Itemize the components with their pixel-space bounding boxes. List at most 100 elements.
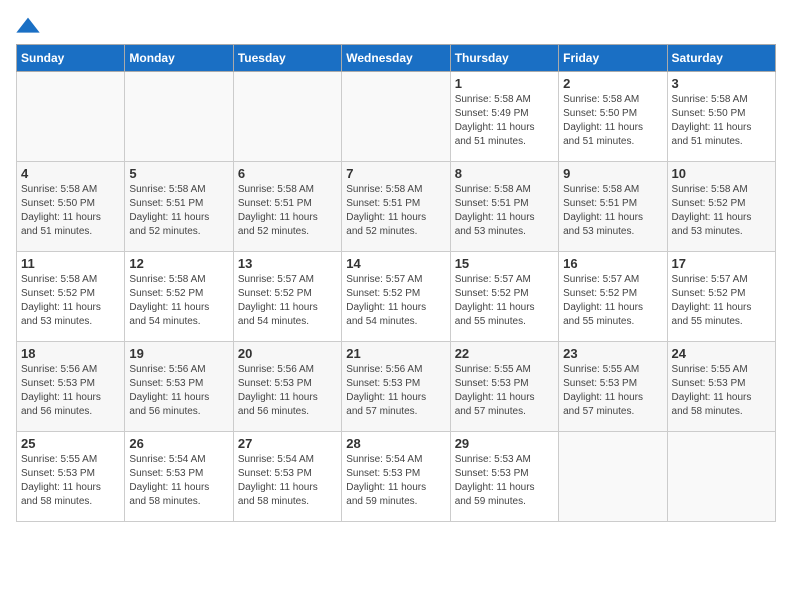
day-number: 22 <box>455 346 554 361</box>
calendar-cell <box>559 432 667 522</box>
logo <box>16 16 44 36</box>
calendar-cell: 19 Sunrise: 5:56 AM Sunset: 5:53 PM Dayli… <box>125 342 233 432</box>
day-header-wednesday: Wednesday <box>342 45 450 72</box>
day-number: 9 <box>563 166 662 181</box>
calendar-cell: 2Sunrise: 5:58 AM Sunset: 5:50 PM Daylig… <box>559 72 667 162</box>
calendar-cell: 5 Sunrise: 5:58 AM Sunset: 5:51 PM Daylig… <box>125 162 233 252</box>
day-number: 21 <box>346 346 445 361</box>
week-row-2: 4 Sunrise: 5:58 AM Sunset: 5:50 PM Daylig… <box>17 162 776 252</box>
calendar-cell: 20Sunrise: 5:56 AM Sunset: 5:53 PM Dayli… <box>233 342 341 432</box>
day-number: 6 <box>238 166 337 181</box>
day-info: Sunrise: 5:56 AM Sunset: 5:53 PM Dayligh… <box>129 363 228 419</box>
day-number: 19 <box>129 346 228 361</box>
day-info: Sunrise: 5:55 AM Sunset: 5:53 PM Dayligh… <box>563 363 662 419</box>
day-info: Sunrise: 5:54 AM Sunset: 5:53 PM Dayligh… <box>346 453 445 509</box>
day-number: 13 <box>238 256 337 271</box>
calendar-cell <box>342 72 450 162</box>
day-info: Sunrise: 5:55 AM Sunset: 5:53 PM Dayligh… <box>672 363 771 419</box>
day-number: 5 <box>129 166 228 181</box>
day-number: 28 <box>346 436 445 451</box>
calendar-cell: 29 Sunrise: 5:53 AM Sunset: 5:53 PM Dayli… <box>450 432 558 522</box>
day-info: Sunrise: 5:58 AM Sunset: 5:50 PM Dayligh… <box>672 93 771 149</box>
calendar-cell: 25 Sunrise: 5:55 AM Sunset: 5:53 PM Dayli… <box>17 432 125 522</box>
calendar-cell: 18 Sunrise: 5:56 AM Sunset: 5:53 PM Dayli… <box>17 342 125 432</box>
day-number: 29 <box>455 436 554 451</box>
day-number: 16 <box>563 256 662 271</box>
day-number: 1 <box>455 76 554 91</box>
calendar-cell: 11 Sunrise: 5:58 AM Sunset: 5:52 PM Dayli… <box>17 252 125 342</box>
day-info: Sunrise: 5:56 AM Sunset: 5:53 PM Dayligh… <box>238 363 337 419</box>
day-number: 8 <box>455 166 554 181</box>
calendar-cell: 12 Sunrise: 5:58 AM Sunset: 5:52 PM Dayli… <box>125 252 233 342</box>
header-row: SundayMondayTuesdayWednesdayThursdayFrid… <box>17 45 776 72</box>
calendar-cell: 6Sunrise: 5:58 AM Sunset: 5:51 PM Daylig… <box>233 162 341 252</box>
day-info: Sunrise: 5:54 AM Sunset: 5:53 PM Dayligh… <box>238 453 337 509</box>
calendar-cell: 4 Sunrise: 5:58 AM Sunset: 5:50 PM Daylig… <box>17 162 125 252</box>
calendar-cell: 24 Sunrise: 5:55 AM Sunset: 5:53 PM Dayli… <box>667 342 775 432</box>
day-number: 23 <box>563 346 662 361</box>
day-info: Sunrise: 5:57 AM Sunset: 5:52 PM Dayligh… <box>672 273 771 329</box>
day-header-tuesday: Tuesday <box>233 45 341 72</box>
week-row-4: 18 Sunrise: 5:56 AM Sunset: 5:53 PM Dayli… <box>17 342 776 432</box>
day-info: Sunrise: 5:57 AM Sunset: 5:52 PM Dayligh… <box>346 273 445 329</box>
day-info: Sunrise: 5:57 AM Sunset: 5:52 PM Dayligh… <box>455 273 554 329</box>
day-info: Sunrise: 5:57 AM Sunset: 5:52 PM Dayligh… <box>238 273 337 329</box>
day-number: 10 <box>672 166 771 181</box>
calendar-cell: 8 Sunrise: 5:58 AM Sunset: 5:51 PM Daylig… <box>450 162 558 252</box>
day-number: 24 <box>672 346 771 361</box>
calendar-cell: 17 Sunrise: 5:57 AM Sunset: 5:52 PM Dayli… <box>667 252 775 342</box>
day-number: 11 <box>21 256 120 271</box>
day-info: Sunrise: 5:53 AM Sunset: 5:53 PM Dayligh… <box>455 453 554 509</box>
day-info: Sunrise: 5:54 AM Sunset: 5:53 PM Dayligh… <box>129 453 228 509</box>
calendar-cell: 28 Sunrise: 5:54 AM Sunset: 5:53 PM Dayli… <box>342 432 450 522</box>
calendar-cell <box>233 72 341 162</box>
calendar-cell: 23 Sunrise: 5:55 AM Sunset: 5:53 PM Dayli… <box>559 342 667 432</box>
day-info: Sunrise: 5:58 AM Sunset: 5:52 PM Dayligh… <box>21 273 120 329</box>
logo-icon <box>16 16 40 36</box>
day-info: Sunrise: 5:58 AM Sunset: 5:52 PM Dayligh… <box>129 273 228 329</box>
day-header-saturday: Saturday <box>667 45 775 72</box>
week-row-5: 25 Sunrise: 5:55 AM Sunset: 5:53 PM Dayli… <box>17 432 776 522</box>
calendar-cell <box>667 432 775 522</box>
calendar-table: SundayMondayTuesdayWednesdayThursdayFrid… <box>16 44 776 522</box>
calendar-cell: 14Sunrise: 5:57 AM Sunset: 5:52 PM Dayli… <box>342 252 450 342</box>
day-number: 4 <box>21 166 120 181</box>
calendar-cell: 26 Sunrise: 5:54 AM Sunset: 5:53 PM Dayli… <box>125 432 233 522</box>
calendar-cell: 9Sunrise: 5:58 AM Sunset: 5:51 PM Daylig… <box>559 162 667 252</box>
day-info: Sunrise: 5:58 AM Sunset: 5:50 PM Dayligh… <box>21 183 120 239</box>
calendar-cell: 7 Sunrise: 5:58 AM Sunset: 5:51 PM Daylig… <box>342 162 450 252</box>
day-header-friday: Friday <box>559 45 667 72</box>
day-number: 25 <box>21 436 120 451</box>
day-number: 7 <box>346 166 445 181</box>
day-info: Sunrise: 5:56 AM Sunset: 5:53 PM Dayligh… <box>21 363 120 419</box>
day-info: Sunrise: 5:55 AM Sunset: 5:53 PM Dayligh… <box>21 453 120 509</box>
day-header-thursday: Thursday <box>450 45 558 72</box>
calendar-cell <box>125 72 233 162</box>
calendar-cell <box>17 72 125 162</box>
day-info: Sunrise: 5:58 AM Sunset: 5:52 PM Dayligh… <box>672 183 771 239</box>
day-info: Sunrise: 5:58 AM Sunset: 5:51 PM Dayligh… <box>455 183 554 239</box>
day-number: 3 <box>672 76 771 91</box>
day-info: Sunrise: 5:57 AM Sunset: 5:52 PM Dayligh… <box>563 273 662 329</box>
day-number: 27 <box>238 436 337 451</box>
day-number: 18 <box>21 346 120 361</box>
day-info: Sunrise: 5:58 AM Sunset: 5:49 PM Dayligh… <box>455 93 554 149</box>
day-info: Sunrise: 5:58 AM Sunset: 5:51 PM Dayligh… <box>346 183 445 239</box>
day-number: 26 <box>129 436 228 451</box>
calendar-cell: 3 Sunrise: 5:58 AM Sunset: 5:50 PM Daylig… <box>667 72 775 162</box>
calendar-cell: 1 Sunrise: 5:58 AM Sunset: 5:49 PM Daylig… <box>450 72 558 162</box>
calendar-cell: 22Sunrise: 5:55 AM Sunset: 5:53 PM Dayli… <box>450 342 558 432</box>
day-number: 2 <box>563 76 662 91</box>
calendar-cell: 27 Sunrise: 5:54 AM Sunset: 5:53 PM Dayli… <box>233 432 341 522</box>
day-number: 15 <box>455 256 554 271</box>
day-number: 12 <box>129 256 228 271</box>
week-row-3: 11 Sunrise: 5:58 AM Sunset: 5:52 PM Dayli… <box>17 252 776 342</box>
calendar-cell: 13 Sunrise: 5:57 AM Sunset: 5:52 PM Dayli… <box>233 252 341 342</box>
calendar-cell: 10 Sunrise: 5:58 AM Sunset: 5:52 PM Dayli… <box>667 162 775 252</box>
day-header-sunday: Sunday <box>17 45 125 72</box>
day-number: 17 <box>672 256 771 271</box>
day-info: Sunrise: 5:58 AM Sunset: 5:51 PM Dayligh… <box>129 183 228 239</box>
week-row-1: 1 Sunrise: 5:58 AM Sunset: 5:49 PM Daylig… <box>17 72 776 162</box>
calendar-cell: 15 Sunrise: 5:57 AM Sunset: 5:52 PM Dayli… <box>450 252 558 342</box>
page-header <box>16 16 776 36</box>
